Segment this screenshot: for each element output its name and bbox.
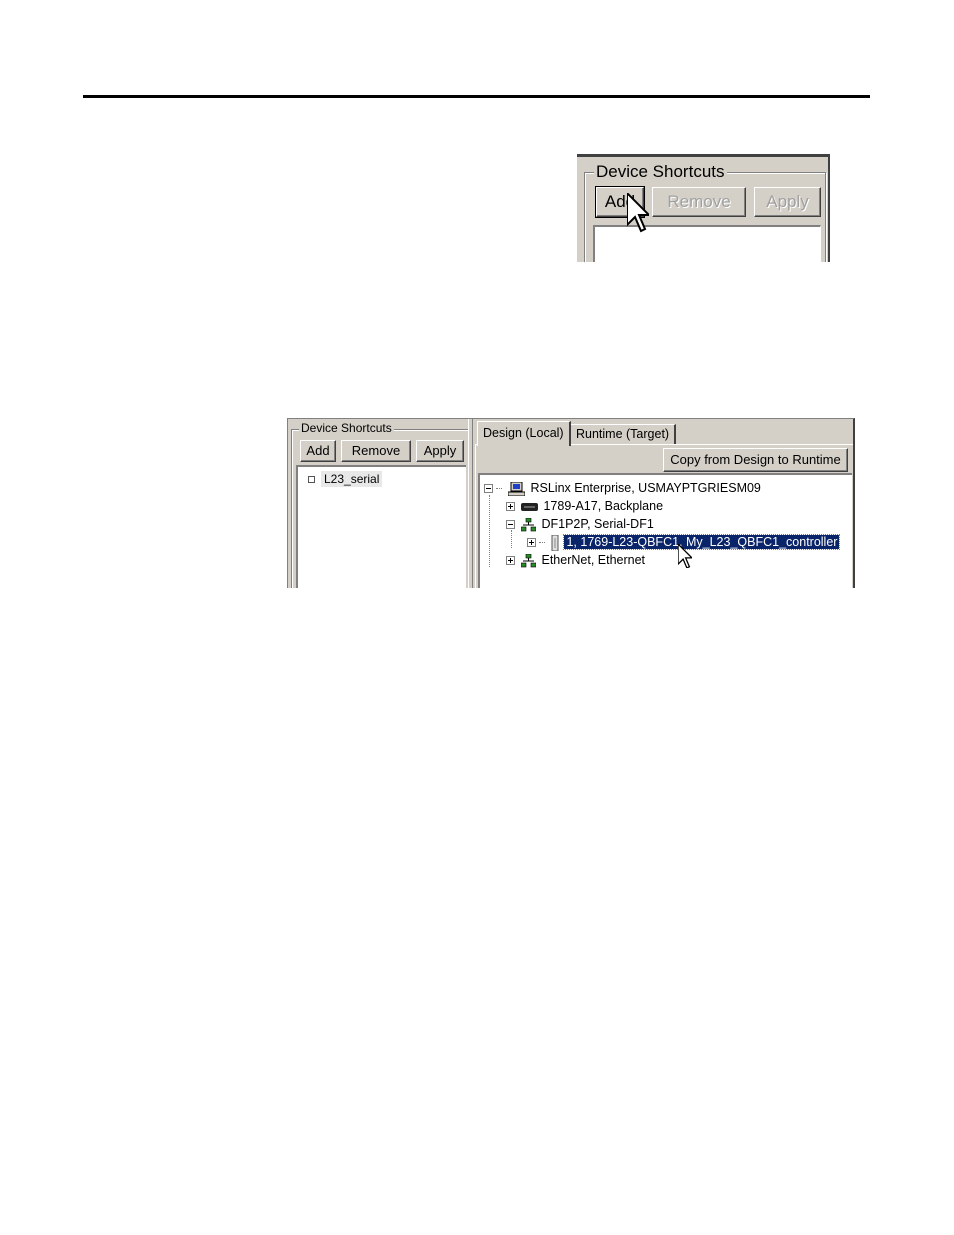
- network-icon: [521, 517, 537, 532]
- add-button[interactable]: Add: [300, 440, 336, 462]
- device-shortcuts-title: Device Shortcuts: [299, 421, 394, 435]
- controller-icon: [551, 534, 559, 551]
- device-tree[interactable]: RSLinx Enterprise, USMAYPTGRIESM09 1789-…: [478, 473, 852, 588]
- collapse-icon[interactable]: [484, 484, 493, 494]
- tree-node-label-selected: 1, 1769-L23-QBFC1, My_L23_QBFC1_controll…: [563, 534, 841, 550]
- tree-node-label: EtherNet, Ethernet: [541, 553, 646, 567]
- computer-icon: [508, 481, 526, 496]
- collapse-icon[interactable]: [506, 520, 515, 530]
- apply-button[interactable]: Apply: [754, 187, 821, 217]
- tree-node-df1p2p[interactable]: DF1P2P, Serial-DF1: [506, 515, 654, 533]
- tree-node-label: DF1P2P, Serial-DF1: [541, 517, 654, 531]
- network-icon: [521, 553, 537, 568]
- remove-button[interactable]: Remove: [341, 440, 411, 462]
- apply-button[interactable]: Apply: [416, 440, 464, 462]
- shortcut-item[interactable]: L23_serial: [308, 471, 383, 487]
- copy-design-to-runtime-button[interactable]: Copy from Design to Runtime: [663, 448, 848, 472]
- backplane-icon: [521, 502, 539, 511]
- shortcuts-list[interactable]: L23_serial: [296, 465, 466, 588]
- expand-icon[interactable]: [527, 538, 536, 548]
- expand-icon[interactable]: [506, 502, 515, 512]
- splitter[interactable]: [468, 419, 473, 588]
- tree-node-label: 1789-A17, Backplane: [543, 499, 664, 513]
- tab-design-local[interactable]: Design (Local): [477, 421, 571, 446]
- tree-node-backplane[interactable]: 1789-A17, Backplane: [506, 497, 663, 515]
- mouse-pointer-icon: [678, 544, 692, 568]
- device-shortcuts-panel-closeup: Device Shortcuts Add Remove Apply: [577, 154, 830, 262]
- remove-button[interactable]: Remove: [652, 187, 746, 217]
- communications-window: Device Shortcuts Add Remove Apply L23_se…: [287, 418, 855, 588]
- tree-node-label: RSLinx Enterprise, USMAYPTGRIESM09: [530, 481, 761, 495]
- header-rule: [83, 95, 870, 98]
- tab-runtime-target[interactable]: Runtime (Target): [570, 424, 677, 444]
- expand-icon[interactable]: [506, 556, 515, 566]
- device-shortcuts-title: Device Shortcuts: [594, 162, 727, 182]
- mouse-pointer-icon: [627, 193, 649, 233]
- shortcut-icon: [308, 476, 315, 484]
- tree-node-rslinx[interactable]: RSLinx Enterprise, USMAYPTGRIESM09: [484, 479, 761, 497]
- tree-node-ethernet[interactable]: EtherNet, Ethernet: [506, 551, 645, 569]
